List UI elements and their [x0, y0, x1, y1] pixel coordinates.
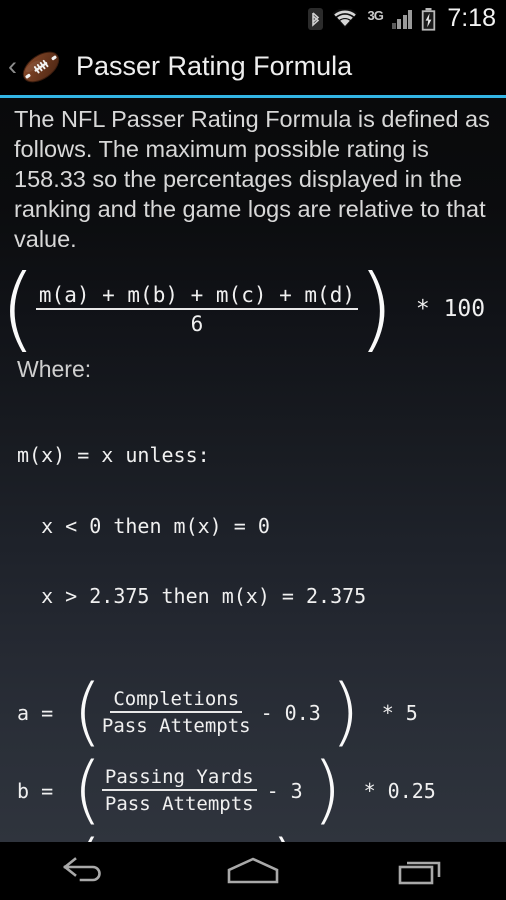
formula-b-denominator: Pass Attempts [104, 793, 254, 816]
back-icon [63, 857, 102, 882]
back-chevron-icon[interactable]: ‹ [8, 53, 17, 80]
formula-a-denominator: Pass Attempts [101, 715, 251, 738]
nav-back-button[interactable] [29, 842, 139, 900]
mx-definition: m(x) = x unless: x < 0 then m(x) = 0 x >… [0, 397, 506, 656]
formula-b-numerator: Passing Yards [101, 766, 257, 792]
main-formula-open-paren: ( [0, 255, 36, 362]
formula-a-tail: * 5 [381, 700, 418, 725]
formula-a-numerator: Completions [110, 688, 243, 714]
mx-line-2: x > 2.375 then m(x) = 2.375 [17, 584, 367, 609]
status-clock: 7:18 [447, 3, 496, 32]
home-icon [227, 857, 279, 884]
intro-paragraph: The NFL Passer Rating Formula is defined… [14, 106, 490, 252]
formula-row-b: b = ( Passing Yards Pass Attempts - 3 ) … [0, 752, 506, 830]
system-navigation-bar [0, 842, 506, 900]
formula-a-label: a = [17, 700, 54, 725]
formula-a-fraction: Completions Pass Attempts [102, 688, 251, 737]
signal-bars-icon [391, 9, 413, 29]
formula-a-close-paren: ) [330, 669, 360, 756]
mx-line-0: m(x) = x unless: [17, 443, 210, 468]
formula-b-inner-op: - 3 [266, 778, 303, 803]
formula-a-open-paren: ( [73, 669, 102, 756]
network-3g-icon: 3G [367, 8, 383, 27]
formula-b-close-paren: ) [312, 747, 342, 834]
main-formula-fraction: m(a) + m(b) + m(c) + m(d) 6 [35, 283, 358, 336]
where-label: Where: [17, 356, 92, 383]
formula-row-c: c = ( Touchdowns Pass Attempts ) * 20 [0, 830, 506, 842]
variable-formulas: a = ( Completions Pass Attempts - 0.3 ) … [0, 674, 506, 842]
content-scroll-area[interactable]: The NFL Passer Rating Formula is defined… [0, 98, 506, 842]
action-bar: ‹ Passer Rating Formula [0, 38, 506, 95]
main-formula-close-paren: ) [357, 255, 394, 362]
formula-b-label: b = [17, 778, 54, 803]
nav-home-button[interactable] [198, 842, 308, 900]
formula-row-a: a = ( Completions Pass Attempts - 0.3 ) … [0, 674, 506, 752]
recents-icon [398, 861, 440, 885]
status-bar: 3G 7:18 [0, 0, 506, 38]
wifi-icon [332, 9, 358, 29]
formula-a-inner-op: - 0.3 [260, 700, 321, 725]
main-formula-denominator: 6 [190, 311, 204, 336]
network-3g-label: 3G [367, 7, 383, 23]
main-formula: ( m(a) + m(b) + m(c) + m(d) 6 ) * 100 [0, 255, 506, 362]
football-icon[interactable] [18, 44, 64, 90]
battery-charging-icon [421, 7, 436, 31]
nav-recents-button[interactable] [367, 842, 477, 900]
formula-b-open-paren: ( [73, 747, 102, 834]
main-formula-numerator: m(a) + m(b) + m(c) + m(d) [35, 283, 358, 310]
formula-b-tail: * 0.25 [363, 778, 436, 803]
mx-line-1: x < 0 then m(x) = 0 [17, 513, 270, 538]
phone-screen: 3G 7:18 ‹ Passer Rating Formula The NFL … [0, 0, 506, 900]
page-title: Passer Rating Formula [76, 51, 353, 81]
main-formula-tail: * 100 [415, 296, 486, 323]
formula-b-fraction: Passing Yards Pass Attempts [101, 766, 257, 816]
bluetooth-icon [308, 8, 324, 30]
